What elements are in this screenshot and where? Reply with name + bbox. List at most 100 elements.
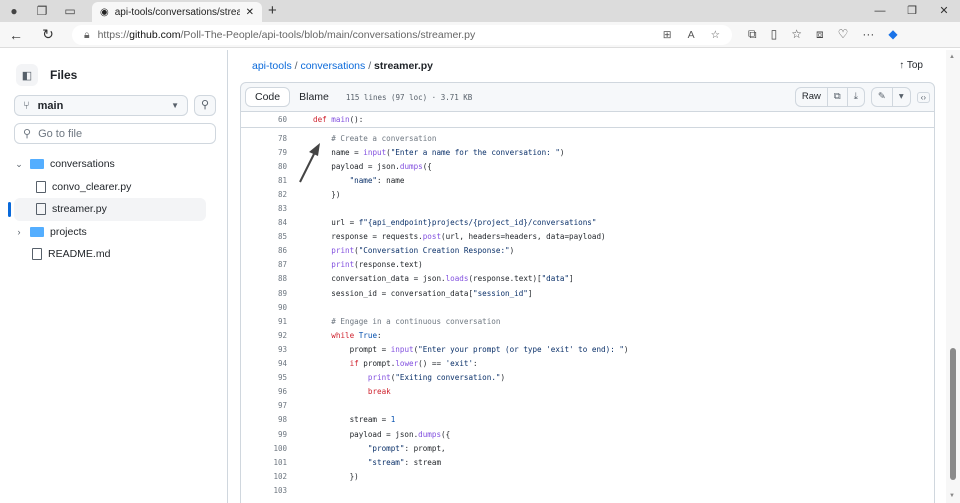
top-button[interactable]: ↑ Top	[899, 60, 923, 71]
url-field[interactable]: 🔒︎ https://github.com/Poll-The-People/ap…	[72, 25, 732, 45]
github-icon: ◉	[100, 6, 109, 18]
chevron-down-icon[interactable]: ⌄	[14, 159, 24, 170]
line-number[interactable]: 80	[241, 162, 287, 171]
tree-item-convo-clearer-py[interactable]: convo_clearer.py	[0, 176, 228, 199]
app-icon[interactable]: ⊞	[663, 29, 672, 41]
search-button[interactable]: ⚲	[194, 95, 216, 116]
browser-essentials-icon[interactable]: ♡	[838, 27, 849, 42]
collapse-sidebar-icon[interactable]: ◧	[16, 64, 38, 86]
tree-item-readme-md[interactable]: README.md	[0, 243, 228, 266]
maximize-button[interactable]: ❐	[896, 0, 928, 22]
line-number[interactable]: 100	[241, 444, 287, 453]
new-tab-button[interactable]: +	[268, 2, 277, 19]
raw-button[interactable]: Raw	[796, 88, 827, 106]
file-tree: ⌄ conversations convo_clearer.py streamer.p…	[0, 153, 228, 266]
chevron-right-icon[interactable]: ›	[14, 227, 24, 237]
code-token: (response.text)	[354, 260, 423, 270]
code-token: input	[363, 147, 387, 157]
tree-item-label: README.md	[48, 248, 111, 261]
tab-actions-icon[interactable]: ▭	[56, 4, 84, 18]
code-token: )	[559, 147, 565, 157]
line-number[interactable]: 91	[241, 317, 287, 326]
code-view[interactable]: 60 def main(): 78 # Create a conversatio…	[240, 112, 935, 503]
code-line: 94 if prompt.lower() == 'exit':	[241, 357, 934, 371]
line-number[interactable]: 99	[241, 430, 287, 439]
line-number[interactable]: 95	[241, 373, 287, 382]
line-number[interactable]: 81	[241, 176, 287, 185]
line-number[interactable]: 94	[241, 359, 287, 368]
profile-icon[interactable]: ●	[0, 4, 28, 18]
more-icon[interactable]: ···	[862, 27, 874, 42]
tree-item-label: projects	[50, 225, 87, 238]
code-line: 98 stream = 1	[241, 413, 934, 427]
line-number[interactable]: 98	[241, 415, 287, 424]
tree-item-projects[interactable]: › projects	[0, 221, 228, 244]
code-token: print	[367, 373, 391, 383]
code-token: # Create a conversation	[313, 133, 437, 143]
tab-blame[interactable]: Blame	[290, 88, 338, 106]
refresh-button[interactable]: ↻	[32, 26, 64, 43]
favorite-icon[interactable]: ☆	[711, 29, 720, 41]
symbols-panel-icon[interactable]: ‹›	[916, 91, 930, 103]
chevron-down-icon: ▼	[171, 101, 179, 110]
collections-icon[interactable]: ⧈	[816, 27, 824, 42]
code-token: "data"	[541, 274, 570, 284]
breadcrumb-repo-link[interactable]: api-tools	[252, 60, 292, 72]
read-aloud-icon[interactable]: A	[688, 29, 695, 41]
download-icon[interactable]: ⤓	[846, 88, 864, 106]
go-to-file-input[interactable]: ⚲ Go to file	[14, 123, 216, 144]
code-token: prompt =	[313, 344, 391, 354]
code-line: 78 # Create a conversation	[241, 131, 934, 145]
line-number[interactable]: 101	[241, 458, 287, 467]
line-number[interactable]: 79	[241, 148, 287, 157]
breadcrumb-folder-link[interactable]: conversations	[300, 60, 365, 72]
line-number[interactable]: 90	[241, 303, 287, 312]
workspaces-icon[interactable]: ❐	[28, 4, 56, 18]
back-button[interactable]: ←	[0, 27, 32, 43]
tree-item-conversations[interactable]: ⌄ conversations	[0, 153, 228, 176]
close-tab-icon[interactable]: ✕	[246, 7, 254, 18]
line-source: "prompt": prompt,	[287, 444, 446, 453]
code-token: session_id = conversation_data[	[313, 288, 474, 298]
minimize-button[interactable]: —	[864, 0, 896, 22]
extensions-icon[interactable]: ⧉	[748, 27, 757, 42]
line-number[interactable]: 84	[241, 218, 287, 227]
line-number[interactable]: 82	[241, 190, 287, 199]
line-number[interactable]: 86	[241, 246, 287, 255]
copy-icon[interactable]: ⧉	[826, 88, 847, 106]
line-number[interactable]: 83	[241, 204, 287, 213]
line-number[interactable]: 92	[241, 331, 287, 340]
code-line: 84 url = f"{api_endpoint}projects/{proje…	[241, 216, 934, 230]
favorites-icon[interactable]: ☆	[791, 27, 802, 42]
code-token: )	[500, 373, 506, 383]
line-number[interactable]: 93	[241, 345, 287, 354]
edit-icon[interactable]: ✎	[872, 88, 892, 106]
line-number[interactable]: 89	[241, 289, 287, 298]
code-line: 91 # Engage in a continuous conversation	[241, 314, 934, 328]
page-scrollbar[interactable]: ▲ ▼	[946, 50, 960, 503]
line-source: # Engage in a continuous conversation	[287, 317, 500, 326]
line-number[interactable]: 97	[241, 401, 287, 410]
line-number[interactable]: 102	[241, 472, 287, 481]
tree-item-streamer-py[interactable]: streamer.py	[8, 198, 206, 221]
split-screen-icon[interactable]: ▯	[771, 27, 778, 42]
line-number[interactable]: 96	[241, 387, 287, 396]
line-number[interactable]: 87	[241, 260, 287, 269]
scrollbar-thumb[interactable]	[950, 348, 956, 480]
line-number[interactable]: 88	[241, 274, 287, 283]
folder-icon	[30, 226, 44, 237]
tab-code[interactable]: Code	[245, 87, 291, 107]
sticky-header-line: 60 def main():	[241, 112, 934, 128]
close-window-button[interactable]: ✕	[928, 0, 960, 22]
copilot-icon[interactable]: ◆	[888, 27, 897, 42]
branch-selector[interactable]: ⑂ main ▼	[14, 95, 188, 116]
line-number[interactable]: 85	[241, 232, 287, 241]
edit-dropdown-icon[interactable]: ▾	[891, 88, 910, 106]
branch-name: main	[37, 99, 64, 112]
line-number[interactable]: 78	[241, 134, 287, 143]
code-token: (response.text)[	[468, 274, 542, 284]
browser-tab[interactable]: ◉ api-tools/conversations/streamer.py ✕	[92, 2, 262, 22]
line-number[interactable]: 103	[241, 486, 287, 495]
code-token: : name	[377, 175, 405, 185]
line-source: conversation_data = json.loads(response.…	[287, 274, 573, 284]
